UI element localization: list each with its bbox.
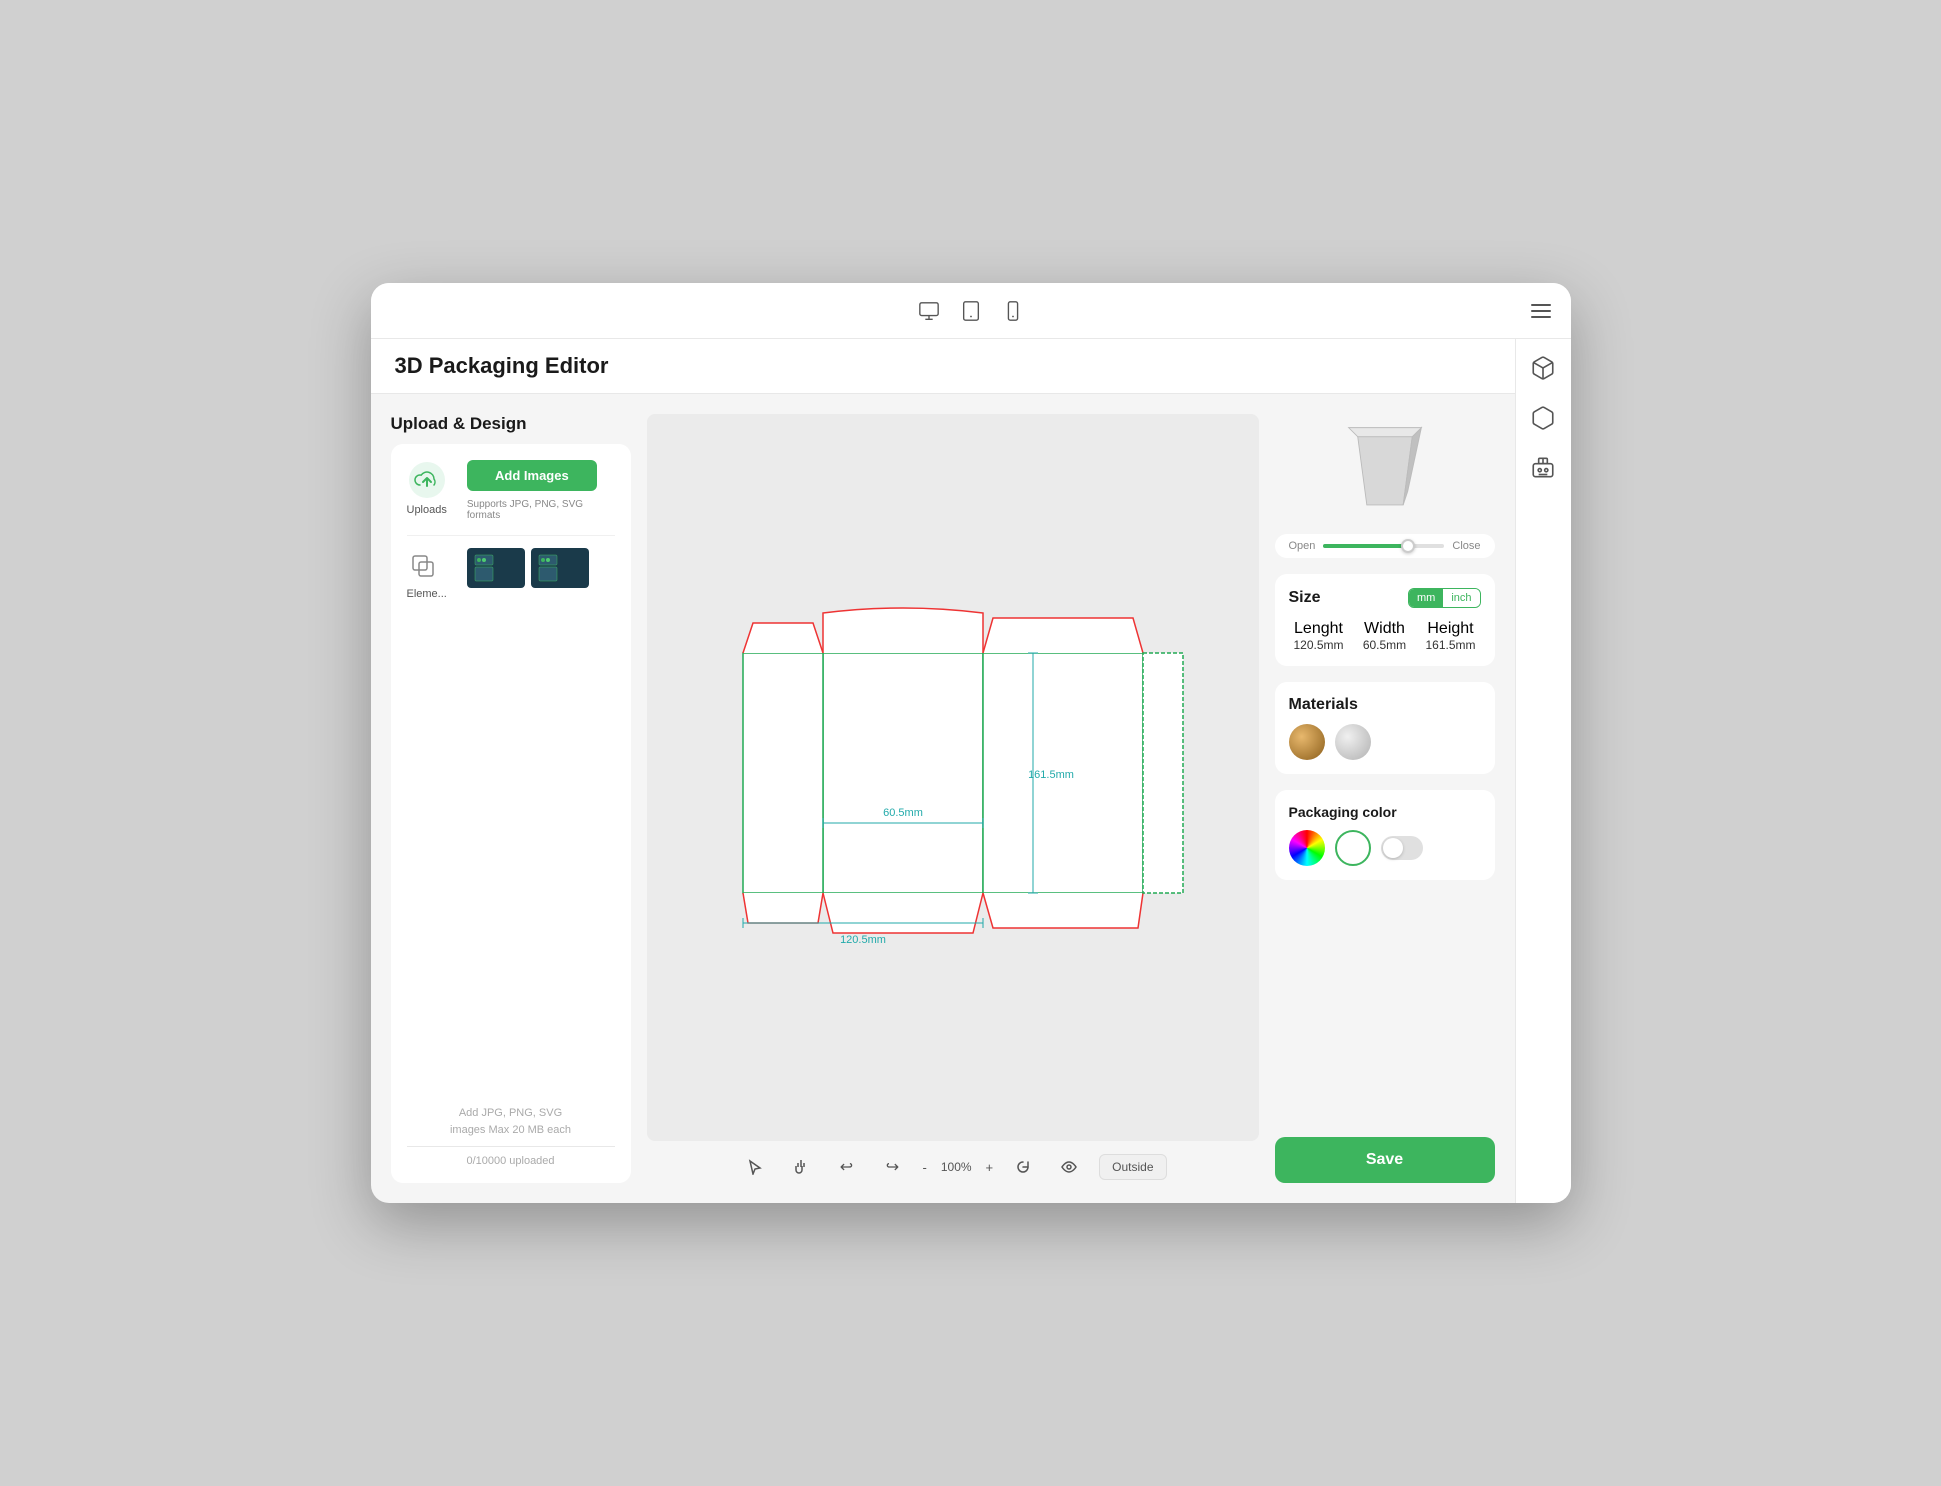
elements-icon[interactable]: [409, 548, 445, 584]
size-section: Size mm inch Lenght 120.5mm Width 60.5mm: [1275, 574, 1495, 666]
upload-hint: Add JPG, PNG, SVG images Max 20 MB each: [407, 1105, 615, 1138]
outside-button[interactable]: Outside: [1099, 1154, 1166, 1180]
add-images-area: Add Images Supports JPG, PNG, SVG format…: [467, 460, 615, 521]
mobile-icon[interactable]: [1002, 300, 1024, 322]
uploads-label: Uploads: [407, 504, 447, 516]
app-window: 3D Packaging Editor Upload & Design Uplo…: [371, 283, 1571, 1203]
dimensions-grid: Lenght 120.5mm Width 60.5mm Height 161.5…: [1289, 620, 1481, 652]
upload-count: 0/10000 uploaded: [407, 1146, 615, 1167]
elements-icon-group: Eleme...: [407, 548, 447, 600]
zoom-level: 100%: [941, 1160, 972, 1174]
upload-icon-group: Uploads: [407, 460, 447, 516]
right-sidebar: [1515, 339, 1571, 1203]
upload-row: Uploads Add Images Supports JPG, PNG, SV…: [407, 460, 615, 521]
canvas-toolbar: ↩ ↪ - 100% + Outside: [647, 1141, 1259, 1183]
elements-label: Eleme...: [407, 588, 447, 600]
height-col: Height 161.5mm: [1421, 620, 1481, 652]
lenght-value: 120.5mm: [1289, 638, 1349, 652]
canvas-area[interactable]: 60.5mm 161.5mm 120.5mm: [647, 414, 1259, 1141]
redo-button[interactable]: ↪: [877, 1151, 909, 1183]
tablet-icon[interactable]: [960, 300, 982, 322]
right-panel: Open Close Size mm inch: [1275, 414, 1495, 1183]
material-gold[interactable]: [1289, 724, 1325, 760]
top-bar: [371, 283, 1571, 339]
rotate-button[interactable]: [1007, 1151, 1039, 1183]
elements-row: Eleme...: [407, 535, 615, 600]
format-hint: Supports JPG, PNG, SVG formats: [467, 499, 615, 521]
element-thumbnails: [467, 548, 589, 588]
lenght-label: Lenght: [1294, 620, 1343, 637]
color-options: [1289, 830, 1481, 866]
zoom-plus[interactable]: +: [986, 1160, 994, 1175]
unit-mm-button[interactable]: mm: [1409, 589, 1443, 607]
width-label: Width: [1364, 620, 1405, 637]
eye-button[interactable]: [1053, 1151, 1085, 1183]
box-preview: [1275, 414, 1495, 514]
undo-button[interactable]: ↩: [831, 1151, 863, 1183]
page-title: 3D Packaging Editor: [395, 353, 1547, 379]
elem-thumb-2[interactable]: [531, 548, 589, 588]
material-silver[interactable]: [1335, 724, 1371, 760]
box-open-icon[interactable]: [1530, 355, 1556, 381]
material-balls: [1289, 724, 1481, 760]
svg-text:120.5mm: 120.5mm: [840, 934, 886, 946]
packaging-dieline: 60.5mm 161.5mm 120.5mm: [693, 563, 1213, 993]
main-content: Upload & Design Uploads Add Images: [371, 394, 1571, 1203]
lenght-col: Lenght 120.5mm: [1289, 620, 1349, 652]
open-label: Open: [1289, 540, 1316, 552]
top-bar-icons: [918, 300, 1024, 322]
left-card: Uploads Add Images Supports JPG, PNG, SV…: [391, 444, 631, 1183]
hand-tool-button[interactable]: [785, 1151, 817, 1183]
center-canvas: 60.5mm 161.5mm 120.5mm: [647, 414, 1259, 1183]
size-header: Size mm inch: [1289, 588, 1481, 608]
upload-cloud-icon[interactable]: [407, 460, 447, 500]
slider-track[interactable]: [1323, 544, 1444, 548]
svg-text:60.5mm: 60.5mm: [883, 807, 923, 819]
materials-label: Materials: [1289, 696, 1481, 714]
color-rainbow-picker[interactable]: [1289, 830, 1325, 866]
elem-thumb-1[interactable]: [467, 548, 525, 588]
close-label: Close: [1452, 540, 1480, 552]
page-header: 3D Packaging Editor: [371, 339, 1571, 394]
packaging-color-section: Packaging color: [1275, 790, 1495, 880]
robot-icon[interactable]: [1530, 455, 1556, 481]
color-toggle-thumb: [1383, 838, 1403, 858]
height-value: 161.5mm: [1421, 638, 1481, 652]
open-close-slider[interactable]: Open Close: [1275, 534, 1495, 558]
left-panel: Upload & Design Uploads Add Images: [391, 414, 631, 1183]
unit-inch-button[interactable]: inch: [1443, 589, 1479, 607]
width-col: Width 60.5mm: [1355, 620, 1415, 652]
color-toggle[interactable]: [1381, 836, 1423, 860]
zoom-minus[interactable]: -: [923, 1160, 927, 1175]
desktop-icon[interactable]: [918, 300, 940, 322]
slider-thumb[interactable]: [1401, 539, 1415, 553]
height-label: Height: [1427, 620, 1473, 637]
width-value: 60.5mm: [1355, 638, 1415, 652]
box-3d-preview: [1335, 414, 1435, 514]
add-images-button[interactable]: Add Images: [467, 460, 597, 491]
size-label: Size: [1289, 589, 1321, 607]
section-title: Upload & Design: [391, 414, 631, 434]
select-tool-button[interactable]: [739, 1151, 771, 1183]
color-white-option[interactable]: [1335, 830, 1371, 866]
unit-toggle: mm inch: [1408, 588, 1481, 608]
save-button[interactable]: Save: [1275, 1137, 1495, 1183]
svg-text:161.5mm: 161.5mm: [1028, 769, 1074, 781]
hamburger-menu[interactable]: [1531, 304, 1551, 318]
packaging-color-label: Packaging color: [1289, 804, 1481, 820]
materials-section: Materials: [1275, 682, 1495, 774]
slider-fill: [1323, 544, 1408, 548]
cube-icon[interactable]: [1530, 405, 1556, 431]
